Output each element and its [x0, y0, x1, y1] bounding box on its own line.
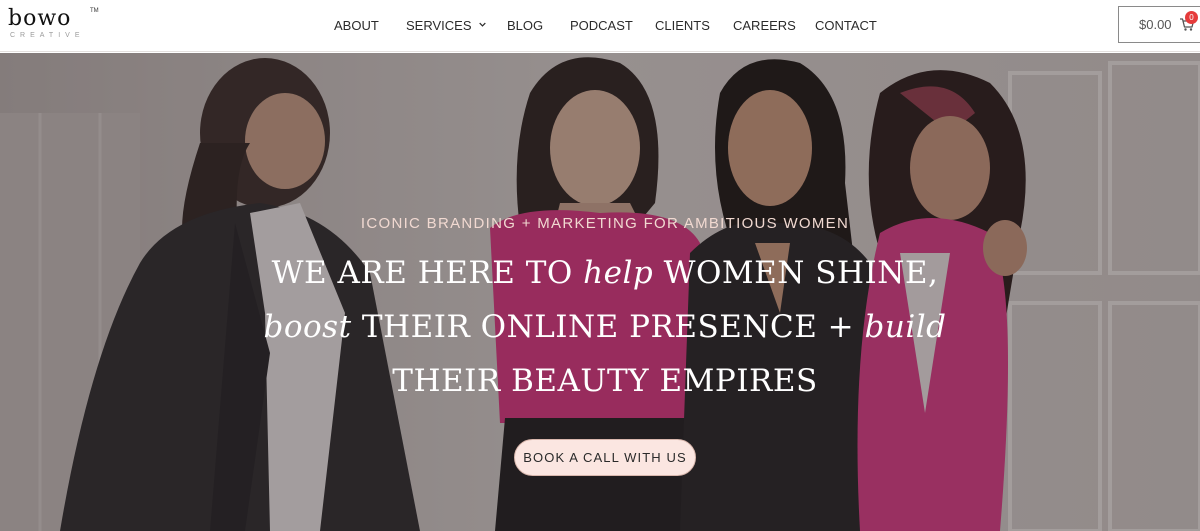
headline-script-word: help — [583, 255, 654, 291]
book-call-button[interactable]: BOOK A CALL WITH US — [514, 439, 696, 476]
nav-careers[interactable]: CAREERS — [733, 16, 796, 36]
nav-services-label: SERVICES — [406, 18, 472, 33]
cart-count-badge: 0 — [1185, 11, 1198, 24]
headline-script-word: boost — [263, 309, 352, 345]
headline-script-word: build — [864, 309, 947, 345]
nav-clients[interactable]: CLIENTS — [655, 16, 710, 36]
hero-headline-line-3: THEIR BEAUTY EMPIRES — [392, 363, 818, 399]
cart-button[interactable]: $0.00 0 — [1118, 6, 1200, 43]
hero-headline-line-2: boost THEIR ONLINE PRESENCE + build — [0, 309, 1200, 345]
site-header: bowo TM CREATIVE ABOUT SERVICES BLOG POD… — [0, 0, 1200, 52]
nav-services[interactable]: SERVICES — [406, 16, 486, 36]
cart-total: $0.00 — [1139, 17, 1172, 32]
headline-text: WOMEN SHINE, — [653, 255, 939, 291]
nav-contact[interactable]: CONTACT — [815, 16, 877, 36]
hero-headline-line-1: WE ARE HERE TO help WOMEN SHINE, — [0, 255, 1200, 291]
hero-tagline: ICONIC BRANDING + MARKETING FOR AMBITIOU… — [360, 215, 850, 232]
nav-about[interactable]: ABOUT — [334, 16, 379, 36]
chevron-down-icon — [478, 22, 486, 27]
headline-text: WE ARE HERE TO — [271, 255, 584, 291]
nav-blog[interactable]: BLOG — [507, 16, 543, 36]
headline-text: THEIR ONLINE PRESENCE + — [351, 309, 865, 345]
hero-section: ICONIC BRANDING + MARKETING FOR AMBITIOU… — [0, 53, 1200, 531]
nav-podcast[interactable]: PODCAST — [570, 16, 633, 36]
main-navigation: ABOUT SERVICES BLOG PODCAST CLIENTS CARE… — [0, 0, 1200, 52]
